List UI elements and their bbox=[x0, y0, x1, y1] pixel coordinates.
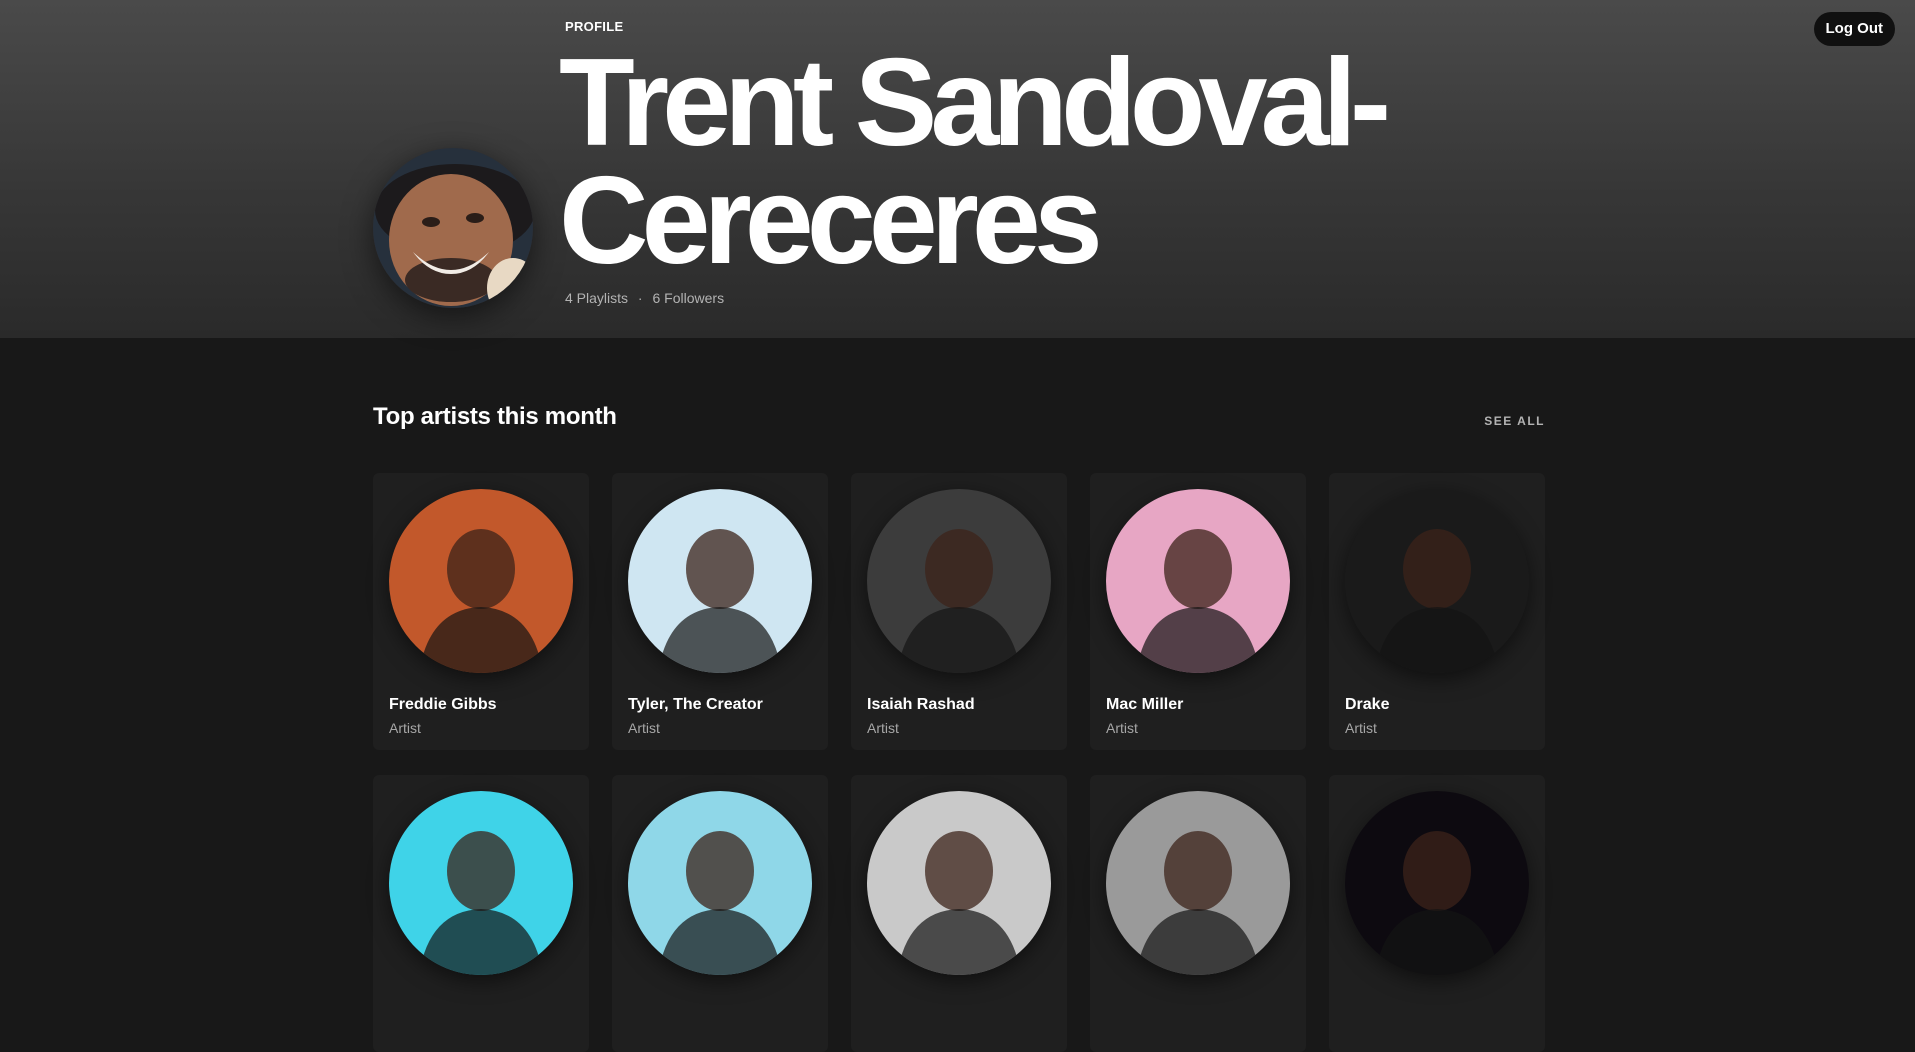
artist-image bbox=[1106, 489, 1290, 673]
artist-type: Artist bbox=[1345, 720, 1377, 736]
section-title: Top artists this month bbox=[373, 403, 617, 430]
artist-card[interactable] bbox=[373, 775, 589, 1052]
artist-card-drake[interactable]: Drake Artist bbox=[1329, 473, 1545, 750]
artist-image bbox=[867, 791, 1051, 975]
artist-image bbox=[1106, 791, 1290, 975]
artist-card[interactable] bbox=[851, 775, 1067, 1052]
profile-stats: 4 Playlists · 6 Followers bbox=[565, 290, 724, 306]
stats-separator: · bbox=[637, 290, 643, 306]
artist-name: Isaiah Rashad bbox=[867, 696, 975, 713]
followers-count[interactable]: 6 Followers bbox=[652, 290, 724, 306]
logout-button[interactable]: Log Out bbox=[1813, 12, 1895, 46]
artist-card-freddie-gibbs[interactable]: Freddie Gibbs Artist bbox=[373, 473, 589, 750]
artist-card[interactable] bbox=[1329, 775, 1545, 1052]
artist-name: Drake bbox=[1345, 696, 1390, 713]
artist-name: Mac Miller bbox=[1106, 696, 1184, 713]
artist-image bbox=[1345, 791, 1529, 975]
artist-card[interactable] bbox=[1090, 775, 1306, 1052]
profile-header: Log Out PROFILE Trent Sandoval- Cerecere… bbox=[0, 0, 1915, 338]
avatar-image bbox=[373, 148, 533, 308]
artist-image bbox=[628, 791, 812, 975]
artist-name: Freddie Gibbs bbox=[389, 696, 497, 713]
artist-type: Artist bbox=[1106, 720, 1138, 736]
artist-card-tyler-the-creator[interactable]: Tyler, The Creator Artist bbox=[612, 473, 828, 750]
profile-avatar[interactable] bbox=[373, 148, 533, 308]
artist-name: Tyler, The Creator bbox=[628, 696, 763, 713]
artist-image bbox=[867, 489, 1051, 673]
artist-card[interactable] bbox=[612, 775, 828, 1052]
profile-name-line-1: Trent Sandoval- bbox=[559, 34, 1391, 172]
see-all-link[interactable]: SEE ALL bbox=[1484, 414, 1545, 428]
artist-card-mac-miller[interactable]: Mac Miller Artist bbox=[1090, 473, 1306, 750]
artist-grid: Freddie Gibbs Artist Tyler, The Creator Art… bbox=[373, 473, 1545, 1052]
profile-type-label: PROFILE bbox=[565, 19, 624, 34]
artist-image bbox=[389, 489, 573, 673]
profile-name: Trent Sandoval- Cereceres bbox=[559, 34, 1499, 290]
artist-image bbox=[1345, 489, 1529, 673]
profile-name-line-2: Cereceres bbox=[559, 152, 1103, 290]
playlists-count[interactable]: 4 Playlists bbox=[565, 290, 628, 306]
artist-image bbox=[628, 489, 812, 673]
artist-type: Artist bbox=[628, 720, 660, 736]
artist-image bbox=[389, 791, 573, 975]
artist-type: Artist bbox=[867, 720, 899, 736]
artist-type: Artist bbox=[389, 720, 421, 736]
artist-card-isaiah-rashad[interactable]: Isaiah Rashad Artist bbox=[851, 473, 1067, 750]
